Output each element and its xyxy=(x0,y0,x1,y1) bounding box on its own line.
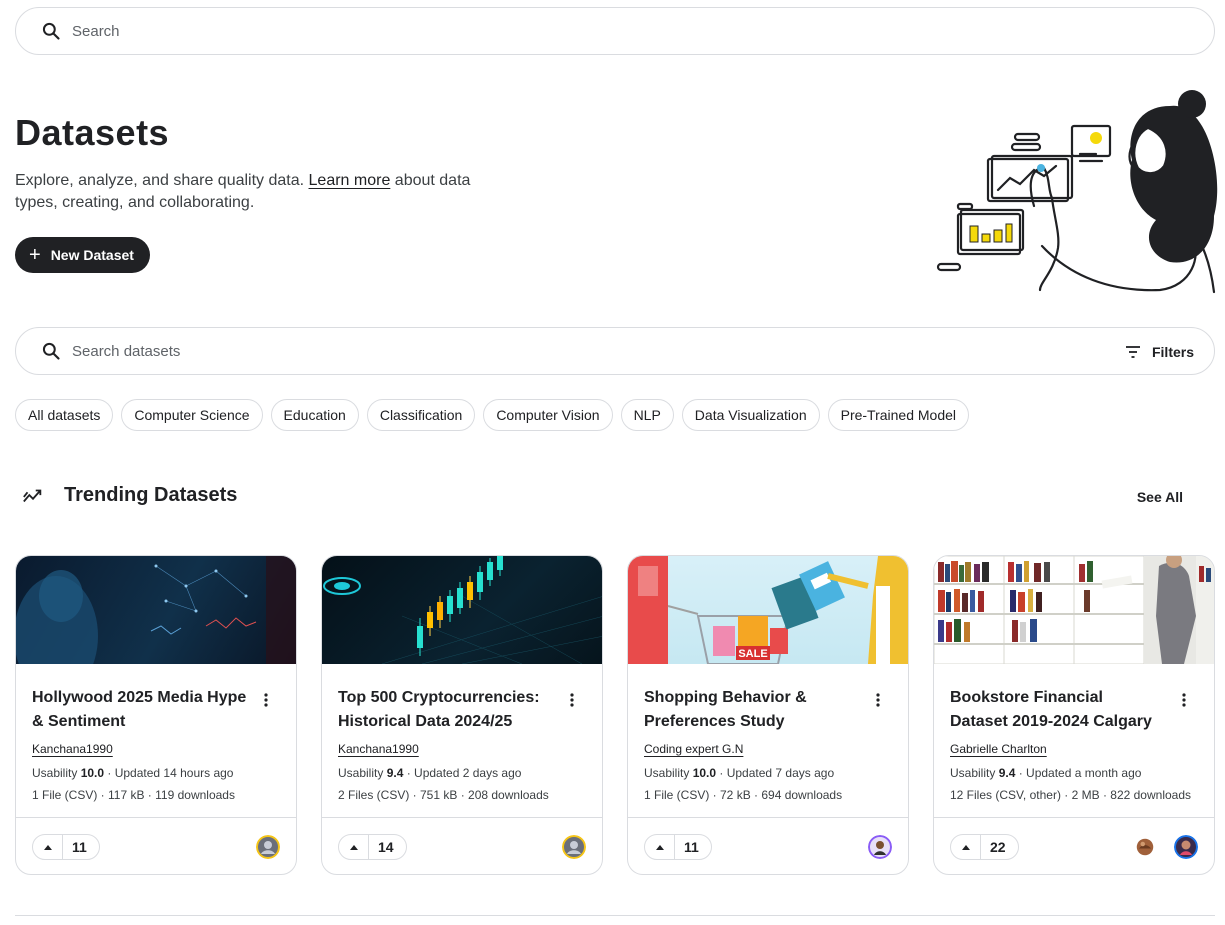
caret-up-icon xyxy=(645,835,675,859)
dataset-title[interactable]: Shopping Behavior & Preferences Study xyxy=(644,686,859,734)
card-footer: 14 xyxy=(322,818,602,874)
dataset-title[interactable]: Bookstore Financial Dataset 2019-2024 Ca… xyxy=(950,686,1165,734)
dataset-search-bar[interactable]: Filters xyxy=(15,327,1215,375)
dataset-usability: Usability 10.0 · Updated 14 hours ago xyxy=(32,766,282,780)
caret-up-icon xyxy=(339,835,369,859)
category-chips: All datasets Computer Science Education … xyxy=(15,399,970,431)
usability-score: 10.0 xyxy=(80,766,105,780)
avatar[interactable] xyxy=(1136,838,1154,856)
vote-count: 11 xyxy=(72,839,87,855)
card-footer: 22 xyxy=(934,818,1214,874)
more-options-icon[interactable] xyxy=(256,690,276,710)
description-text: Explore, analyze, and share quality data… xyxy=(15,172,309,189)
usability-score: 9.4 xyxy=(998,766,1016,780)
avatar[interactable] xyxy=(1174,835,1198,859)
section-title: Trending Datasets xyxy=(64,484,238,506)
updated-text: · Updated 14 hours ago xyxy=(104,766,234,780)
caret-up-icon xyxy=(951,835,981,859)
vote-count: 22 xyxy=(990,839,1006,855)
chip-all-datasets[interactable]: All datasets xyxy=(15,399,114,431)
chip-computer-science[interactable]: Computer Science xyxy=(121,399,263,431)
card-footer: 11 xyxy=(16,818,296,874)
usability-score: 9.4 xyxy=(386,766,404,780)
dataset-card[interactable]: Top 500 Cryptocurrencies: Historical Dat… xyxy=(321,555,603,875)
divider xyxy=(15,915,1215,916)
card-body: Bookstore Financial Dataset 2019-2024 Ca… xyxy=(934,664,1214,818)
usability-score: 10.0 xyxy=(692,766,717,780)
dataset-search-input[interactable] xyxy=(72,342,972,360)
dataset-author[interactable]: Kanchana1990 xyxy=(32,742,113,756)
new-dataset-label: New Dataset xyxy=(50,247,134,263)
dataset-thumbnail xyxy=(934,556,1214,664)
dataset-card[interactable]: Hollywood 2025 Media Hype & Sentiment Ka… xyxy=(15,555,297,875)
chip-classification[interactable]: Classification xyxy=(366,399,476,431)
card-body: Hollywood 2025 Media Hype & Sentiment Ka… xyxy=(16,664,296,818)
page-description: Explore, analyze, and share quality data… xyxy=(15,170,515,214)
avatar[interactable] xyxy=(256,835,280,859)
usability-label: Usability xyxy=(338,766,387,780)
page-title: Datasets xyxy=(15,112,170,153)
dataset-card[interactable]: Bookstore Financial Dataset 2019-2024 Ca… xyxy=(933,555,1215,875)
dataset-thumbnail xyxy=(322,556,602,664)
card-body: Shopping Behavior & Preferences Study Co… xyxy=(628,664,908,818)
upvote-button[interactable]: 14 xyxy=(338,834,407,860)
updated-text: · Updated a month ago xyxy=(1015,766,1142,780)
chip-computer-vision[interactable]: Computer Vision xyxy=(483,399,613,431)
dataset-files: 1 File (CSV) · 117 kB · 119 downloads xyxy=(32,788,235,802)
card-footer: 11 xyxy=(628,818,908,874)
dataset-files: 2 Files (CSV) · 751 kB · 208 downloads xyxy=(338,788,549,802)
dataset-card[interactable]: SALE Shopping Behavior & Preferences Stu… xyxy=(627,555,909,875)
chip-nlp[interactable]: NLP xyxy=(620,399,674,431)
more-options-icon[interactable] xyxy=(562,690,582,710)
dataset-author[interactable]: Kanchana1990 xyxy=(338,742,419,756)
filters-button[interactable]: Filters xyxy=(1122,341,1194,363)
global-search-bar[interactable] xyxy=(15,7,1215,55)
dataset-usability: Usability 10.0 · Updated 7 days ago xyxy=(644,766,894,780)
updated-text: · Updated 7 days ago xyxy=(716,766,835,780)
datasets-illustration xyxy=(936,90,1218,294)
search-icon xyxy=(40,20,62,42)
upvote-button[interactable]: 11 xyxy=(32,834,100,860)
chip-education[interactable]: Education xyxy=(270,399,359,431)
dataset-author[interactable]: Coding expert G.N xyxy=(644,742,743,756)
dataset-cards: Hollywood 2025 Media Hype & Sentiment Ka… xyxy=(15,555,1215,875)
filter-icon xyxy=(1122,341,1144,363)
upvote-button[interactable]: 22 xyxy=(950,834,1019,860)
dataset-title[interactable]: Top 500 Cryptocurrencies: Historical Dat… xyxy=(338,686,553,734)
learn-more-link[interactable]: Learn more xyxy=(309,172,391,189)
search-icon xyxy=(40,340,62,362)
card-body: Top 500 Cryptocurrencies: Historical Dat… xyxy=(322,664,602,818)
usability-label: Usability xyxy=(32,766,81,780)
chip-data-visualization[interactable]: Data Visualization xyxy=(681,399,820,431)
plus-icon: + xyxy=(29,244,41,266)
usability-label: Usability xyxy=(644,766,693,780)
dataset-author[interactable]: Gabrielle Charlton xyxy=(950,742,1047,756)
chip-pre-trained-model[interactable]: Pre-Trained Model xyxy=(827,399,970,431)
new-dataset-button[interactable]: + New Dataset xyxy=(15,237,150,273)
dataset-files: 1 File (CSV) · 72 kB · 694 downloads xyxy=(644,788,843,802)
avatar[interactable] xyxy=(868,835,892,859)
trending-header: Trending Datasets xyxy=(22,484,237,507)
filters-label: Filters xyxy=(1151,344,1194,360)
usability-label: Usability xyxy=(950,766,999,780)
vote-count: 11 xyxy=(684,839,699,855)
dataset-files: 12 Files (CSV, other) · 2 MB · 822 downl… xyxy=(950,788,1192,802)
caret-up-icon xyxy=(33,835,63,859)
trending-icon xyxy=(22,485,44,507)
sale-sign: SALE xyxy=(738,648,767,660)
more-options-icon[interactable] xyxy=(868,690,888,710)
dataset-usability: Usability 9.4 · Updated 2 days ago xyxy=(338,766,588,780)
vote-count: 14 xyxy=(378,839,394,855)
see-all-link[interactable]: See All xyxy=(1137,489,1183,505)
upvote-button[interactable]: 11 xyxy=(644,834,712,860)
dataset-thumbnail xyxy=(16,556,296,664)
global-search-input[interactable] xyxy=(72,22,972,40)
avatar[interactable] xyxy=(562,835,586,859)
dataset-thumbnail: SALE xyxy=(628,556,908,664)
updated-text: · Updated 2 days ago xyxy=(403,766,522,780)
dataset-usability: Usability 9.4 · Updated a month ago xyxy=(950,766,1200,780)
dataset-title[interactable]: Hollywood 2025 Media Hype & Sentiment xyxy=(32,686,247,734)
more-options-icon[interactable] xyxy=(1174,690,1194,710)
